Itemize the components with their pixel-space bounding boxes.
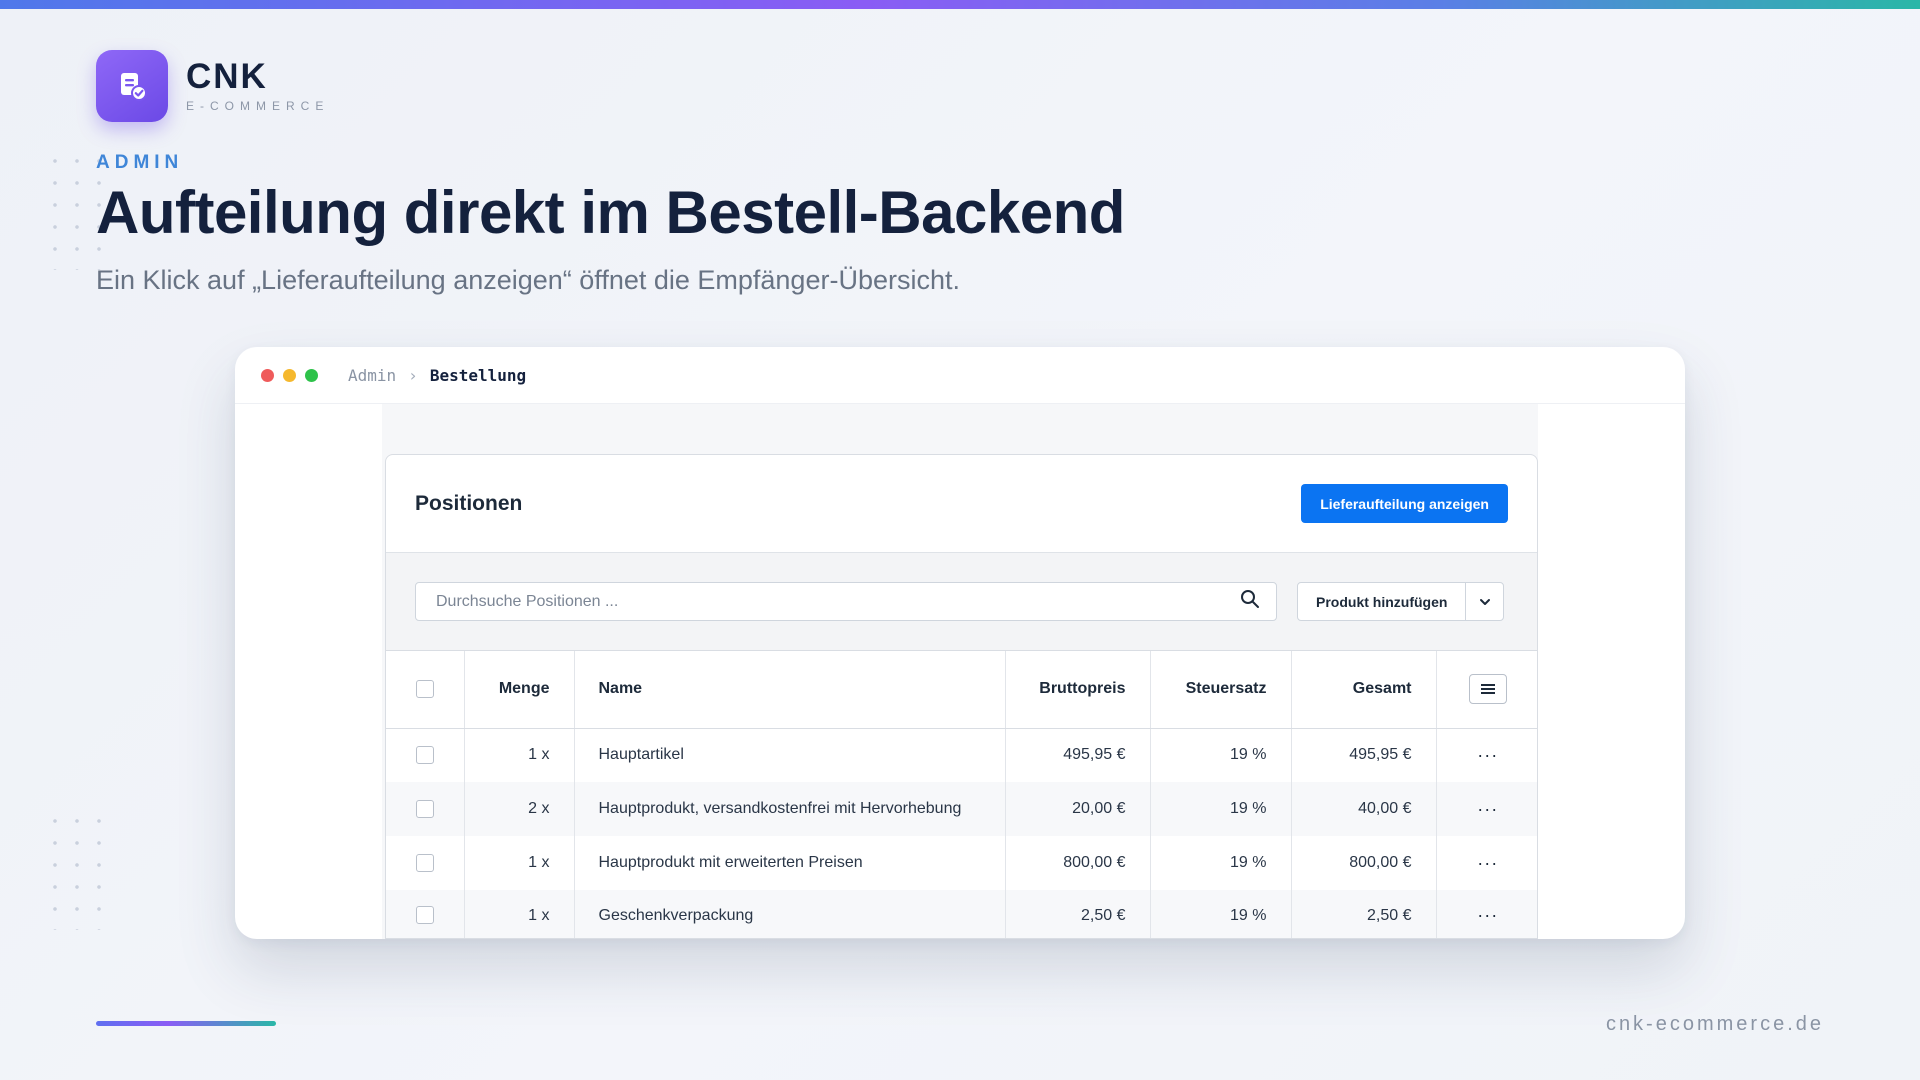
card-header: Positionen Lieferaufteilung anzeigen bbox=[386, 455, 1537, 553]
cell-quantity: 1 x bbox=[464, 890, 575, 938]
cell-total: 2,50 € bbox=[1291, 890, 1437, 938]
page-title: Aufteilung direkt im Bestell-Backend bbox=[96, 179, 1125, 246]
cell-total: 495,95 € bbox=[1291, 728, 1437, 782]
column-quantity[interactable]: Menge bbox=[464, 651, 575, 729]
positions-table: Menge Name Bruttopreis Steuersatz Gesamt… bbox=[386, 651, 1537, 938]
card-title: Positionen bbox=[415, 491, 523, 515]
page-subtitle: Ein Klick auf „Lieferaufteilung anzeigen… bbox=[96, 265, 960, 295]
row-checkbox[interactable] bbox=[415, 799, 434, 818]
cell-tax-rate: 19 % bbox=[1150, 782, 1292, 836]
column-total[interactable]: Gesamt bbox=[1291, 651, 1437, 729]
brand-tagline: E-COMMERCE bbox=[186, 99, 330, 113]
table-row: 2 x Hauptprodukt, versandkostenfrei mit … bbox=[386, 782, 1537, 836]
search-placeholder: Durchsuche Positionen ... bbox=[436, 592, 619, 610]
add-product-button[interactable]: Produkt hinzufügen bbox=[1298, 583, 1465, 620]
row-checkbox[interactable] bbox=[415, 906, 434, 925]
window-chrome: Admin › Bestellung bbox=[235, 347, 1685, 404]
row-checkbox[interactable] bbox=[415, 853, 434, 872]
cell-name: Hauptprodukt mit erweiterten Preisen bbox=[574, 836, 1006, 890]
search-input[interactable]: Durchsuche Positionen ... bbox=[415, 582, 1277, 621]
positions-card: Positionen Lieferaufteilung anzeigen Dur… bbox=[385, 454, 1538, 939]
row-select-cell bbox=[386, 836, 465, 890]
cell-total: 40,00 € bbox=[1291, 782, 1437, 836]
decorative-dot-grid bbox=[44, 810, 104, 930]
column-gross-price[interactable]: Bruttopreis bbox=[1005, 651, 1151, 729]
brand-name: CNK bbox=[186, 57, 268, 96]
table-row: 1 x Hauptprodukt mit erweiterten Preisen… bbox=[386, 836, 1537, 890]
cell-name: Hauptprodukt, versandkostenfrei mit Herv… bbox=[574, 782, 1006, 836]
document-check-icon bbox=[96, 50, 168, 122]
row-actions-icon[interactable]: ··· bbox=[1436, 890, 1537, 938]
breadcrumb-current: Bestellung bbox=[429, 365, 527, 385]
cell-name: Geschenkverpackung bbox=[574, 890, 1006, 938]
column-tax-rate[interactable]: Steuersatz bbox=[1150, 651, 1292, 729]
minimize-window-dot[interactable] bbox=[283, 368, 296, 382]
cell-gross-price: 495,95 € bbox=[1005, 728, 1151, 782]
app-window: Admin › Bestellung Positionen Lieferauft… bbox=[235, 347, 1685, 939]
select-all-cell bbox=[386, 651, 465, 729]
table-row: 1 x Geschenkverpackung 2,50 € 19 % 2,50 … bbox=[386, 890, 1537, 938]
search-icon[interactable] bbox=[1240, 589, 1260, 614]
show-delivery-split-button[interactable]: Lieferaufteilung anzeigen bbox=[1301, 484, 1508, 523]
cell-tax-rate: 19 % bbox=[1150, 728, 1292, 782]
column-name[interactable]: Name bbox=[574, 651, 1006, 729]
row-select-cell bbox=[386, 890, 465, 938]
cell-name: Hauptartikel bbox=[574, 728, 1006, 782]
cell-tax-rate: 19 % bbox=[1150, 836, 1292, 890]
row-actions-icon[interactable]: ··· bbox=[1436, 836, 1537, 890]
cell-total: 800,00 € bbox=[1291, 836, 1437, 890]
cell-quantity: 1 x bbox=[464, 728, 575, 782]
row-select-cell bbox=[386, 728, 465, 782]
add-product-split-button: Produkt hinzufügen bbox=[1297, 582, 1505, 621]
close-window-dot[interactable] bbox=[261, 368, 274, 382]
maximize-window-dot[interactable] bbox=[305, 368, 318, 382]
footer-website[interactable]: cnk-ecommerce.de bbox=[1606, 1013, 1824, 1036]
cell-gross-price: 20,00 € bbox=[1005, 782, 1151, 836]
table-header-row: Menge Name Bruttopreis Steuersatz Gesamt bbox=[386, 651, 1537, 729]
breadcrumb-separator: › bbox=[408, 365, 418, 385]
breadcrumb-admin[interactable]: Admin bbox=[348, 366, 396, 385]
table-row: 1 x Hauptartikel 495,95 € 19 % 495,95 € … bbox=[386, 728, 1537, 782]
cell-gross-price: 2,50 € bbox=[1005, 890, 1151, 938]
cell-quantity: 2 x bbox=[464, 782, 575, 836]
row-checkbox[interactable] bbox=[415, 746, 434, 765]
chevron-down-icon[interactable] bbox=[1465, 583, 1503, 620]
row-actions-icon[interactable]: ··· bbox=[1436, 728, 1537, 782]
breadcrumb: Admin › Bestellung bbox=[348, 366, 526, 385]
decorative-dot-grid bbox=[44, 150, 104, 270]
column-settings-cell bbox=[1436, 651, 1537, 729]
accent-line bbox=[96, 1021, 276, 1026]
row-actions-icon[interactable]: ··· bbox=[1436, 782, 1537, 836]
column-settings-menu-icon[interactable] bbox=[1468, 674, 1507, 705]
top-gradient-bar bbox=[0, 0, 1920, 9]
cell-gross-price: 800,00 € bbox=[1005, 836, 1151, 890]
positions-toolbar: Durchsuche Positionen ... Produkt hinzuf… bbox=[386, 553, 1537, 651]
brand: CNK E-COMMERCE bbox=[96, 50, 329, 122]
section-eyebrow: ADMIN bbox=[96, 152, 184, 173]
row-select-cell bbox=[386, 782, 465, 836]
cell-quantity: 1 x bbox=[464, 836, 575, 890]
cell-tax-rate: 19 % bbox=[1150, 890, 1292, 938]
select-all-checkbox[interactable] bbox=[415, 680, 434, 699]
